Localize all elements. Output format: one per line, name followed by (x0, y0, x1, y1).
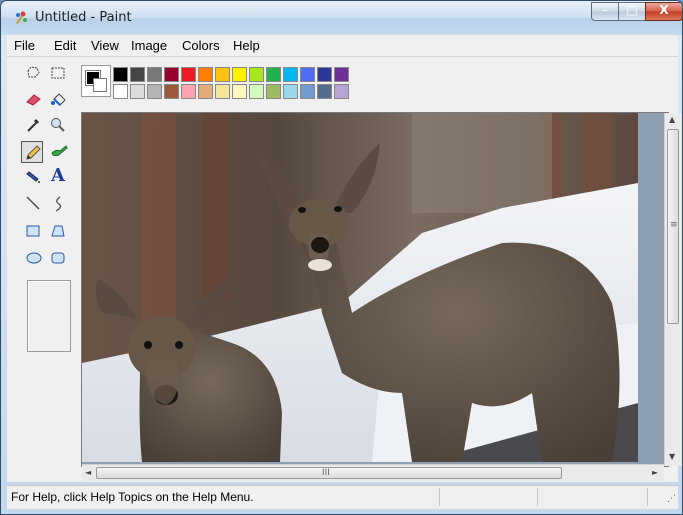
scroll-left-arrow-icon[interactable]: ◄ (85, 468, 91, 477)
vertical-grip-icon: ≡ (670, 220, 678, 230)
palette-swatch[interactable] (334, 84, 349, 99)
horizontal-grip-icon: III (322, 468, 330, 478)
eyedropper-icon (27, 118, 40, 132)
palette-swatch[interactable] (317, 67, 332, 82)
close-button[interactable]: X (645, 2, 682, 21)
window-title: Untitled - Paint (35, 10, 132, 25)
minimize-button[interactable]: – (591, 2, 619, 21)
pencil-icon (26, 145, 41, 160)
dashed-rect-icon (51, 67, 65, 79)
brush-icon (51, 145, 68, 157)
line-icon (26, 196, 40, 210)
palette-swatch[interactable] (113, 67, 128, 82)
status-help-text: For Help, click Help Topics on the Help … (11, 490, 254, 504)
palette-swatch[interactable] (181, 67, 196, 82)
eraser-icon (26, 94, 41, 106)
palette-swatch[interactable] (130, 67, 145, 82)
palette-swatch[interactable] (300, 84, 315, 99)
palette-swatch[interactable] (215, 84, 230, 99)
background-color[interactable] (93, 78, 107, 92)
palette-swatch[interactable] (164, 67, 179, 82)
tool-pencil[interactable] (21, 141, 43, 163)
status-bar: For Help, click Help Topics on the Help … (7, 485, 678, 509)
magnifier-icon (51, 118, 65, 132)
tool-text[interactable]: A (48, 165, 70, 187)
vertical-scroll-thumb[interactable]: ≡ (667, 129, 679, 324)
tool-airbrush[interactable] (23, 167, 45, 189)
rectangle-icon (26, 225, 40, 237)
rounded-rect-icon (51, 252, 65, 264)
palette-swatch[interactable] (232, 67, 247, 82)
toolbox: A (15, 61, 73, 461)
status-cell-1 (439, 488, 440, 506)
scroll-right-arrow-icon[interactable]: ► (652, 468, 658, 477)
tool-select[interactable] (48, 63, 70, 85)
tool-line[interactable] (23, 193, 45, 215)
tool-eraser[interactable] (23, 89, 45, 111)
paint-window: Untitled - Paint – □ X File Edit View Im… (0, 0, 683, 515)
tool-curve[interactable] (48, 193, 70, 215)
palette-swatch[interactable] (317, 84, 332, 99)
maximize-button[interactable]: □ (618, 2, 646, 21)
palette-swatch[interactable] (334, 67, 349, 82)
tool-pick-color[interactable] (23, 115, 45, 137)
menu-file[interactable]: File (14, 38, 35, 53)
paint-app-icon (16, 11, 27, 24)
tool-free-form-select[interactable] (23, 63, 45, 85)
canvas-image[interactable] (82, 113, 638, 462)
palette-swatch[interactable] (198, 67, 213, 82)
tool-fill-with-color[interactable] (48, 89, 70, 111)
curve-icon (55, 196, 62, 212)
close-icon: X (659, 3, 669, 17)
tool-options-box[interactable] (27, 280, 71, 352)
menu-help[interactable]: Help (233, 38, 260, 53)
status-cell-3 (647, 488, 648, 506)
maximize-icon: □ (626, 3, 638, 17)
palette-swatch[interactable] (215, 67, 230, 82)
tool-rectangle[interactable] (23, 221, 45, 243)
minimize-icon: – (602, 3, 608, 17)
airbrush-icon (26, 171, 40, 183)
tool-brush[interactable] (48, 141, 70, 163)
text-icon: A (51, 165, 65, 186)
polygon-icon (51, 225, 65, 237)
menu-edit[interactable]: Edit (54, 38, 76, 53)
tool-magnifier[interactable] (48, 115, 70, 137)
menu-bar: File Edit View Image Colors Help (7, 35, 678, 57)
palette-swatch[interactable] (249, 67, 264, 82)
tool-rounded-rectangle[interactable] (48, 248, 70, 270)
palette-swatch[interactable] (130, 84, 145, 99)
palette-swatch[interactable] (232, 84, 247, 99)
scroll-down-arrow-icon[interactable]: ▼ (669, 452, 675, 461)
scroll-up-arrow-icon[interactable]: ▲ (669, 115, 675, 124)
paint-bucket-icon (51, 93, 66, 106)
status-cell-2 (537, 488, 538, 506)
resize-grip-icon[interactable]: ⋰ (667, 494, 676, 504)
menu-view[interactable]: View (91, 38, 119, 53)
horizontal-scroll-thumb[interactable]: III (96, 467, 562, 479)
title-bar[interactable]: Untitled - Paint – □ X (1, 1, 682, 35)
palette-swatch[interactable] (266, 84, 281, 99)
palette-swatch[interactable] (300, 67, 315, 82)
palette-swatch[interactable] (147, 67, 162, 82)
tool-ellipse[interactable] (23, 248, 45, 270)
menu-image[interactable]: Image (131, 38, 167, 53)
palette-swatch[interactable] (198, 84, 213, 99)
ellipse-icon (26, 252, 42, 264)
lasso-icon (27, 66, 40, 78)
palette-swatch[interactable] (283, 67, 298, 82)
canvas-area[interactable] (81, 112, 669, 467)
horizontal-scrollbar[interactable]: ◄ III ► (82, 464, 664, 481)
palette-swatch[interactable] (164, 84, 179, 99)
current-colors[interactable] (81, 65, 111, 97)
palette-swatch[interactable] (266, 67, 281, 82)
palette-swatch[interactable] (147, 84, 162, 99)
tool-polygon[interactable] (48, 221, 70, 243)
palette-swatch[interactable] (181, 84, 196, 99)
vertical-scrollbar[interactable]: ▲ ≡ ▼ (664, 113, 682, 466)
palette-swatch[interactable] (283, 84, 298, 99)
palette-swatch[interactable] (113, 84, 128, 99)
menu-colors[interactable]: Colors (182, 38, 220, 53)
palette-swatch[interactable] (249, 84, 264, 99)
